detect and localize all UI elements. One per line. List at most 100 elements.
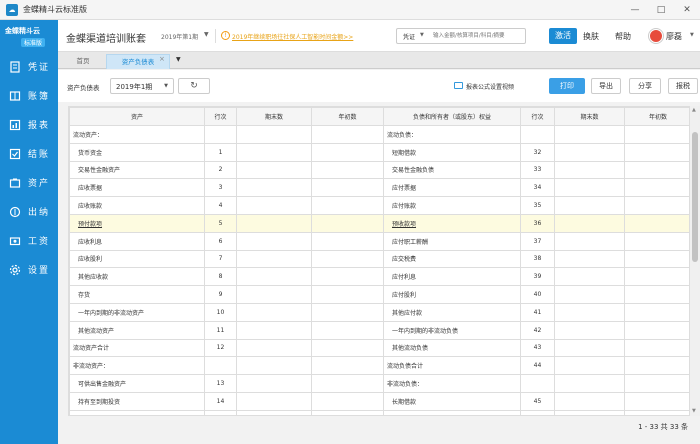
asset-line-cell[interactable]	[204, 125, 237, 144]
liability-line-cell[interactable]: 37	[520, 231, 555, 251]
formula-video-link[interactable]: 报表公式设置视频	[466, 82, 514, 91]
asset-begin-cell[interactable]	[311, 356, 384, 376]
liability-begin-cell[interactable]	[624, 125, 689, 144]
table-row[interactable]: 一年内到期的非流动资产 10 其他应付款 41	[69, 302, 689, 322]
asset-begin-cell[interactable]	[311, 178, 384, 198]
liability-name-cell[interactable]: 非流动负债：	[383, 374, 521, 393]
asset-line-cell[interactable]: 5	[204, 213, 237, 233]
refresh-button[interactable]: ↻	[178, 78, 210, 94]
liability-line-cell[interactable]: 44	[520, 356, 555, 376]
sidebar-item[interactable]: 账簿	[0, 81, 58, 110]
liability-end-cell[interactable]	[554, 142, 625, 162]
liability-line-cell[interactable]: 43	[520, 338, 555, 358]
liability-name-cell[interactable]: 应付账款	[383, 196, 521, 215]
sidebar-item[interactable]: 报表	[0, 110, 58, 139]
help-button[interactable]: 帮助	[615, 31, 631, 42]
liability-name-cell[interactable]: 应交税费	[383, 249, 521, 269]
table-row[interactable]: 交易性金融资产 2 交易性金融负债 33	[69, 160, 689, 180]
asset-begin-cell[interactable]	[311, 213, 384, 233]
asset-end-cell[interactable]	[236, 213, 312, 233]
liability-name-cell[interactable]: 流动负债：	[383, 125, 521, 144]
asset-line-cell[interactable]: 14	[204, 391, 237, 411]
chevron-down-icon[interactable]: ▼	[204, 31, 209, 38]
search-type-select[interactable]: 凭证	[403, 32, 415, 41]
liability-begin-cell[interactable]	[624, 196, 689, 215]
asset-begin-cell[interactable]	[311, 267, 384, 287]
period-select[interactable]: 2019年1期 ▼	[110, 78, 174, 94]
liability-begin-cell[interactable]	[624, 267, 689, 287]
table-row[interactable]: 其他流动资产 11 一年内到期的非流动负债 42	[69, 320, 689, 340]
asset-name-cell[interactable]: 一年内到期的非流动资产	[69, 302, 205, 322]
liability-begin-cell[interactable]	[624, 178, 689, 198]
asset-end-cell[interactable]	[236, 196, 312, 215]
chevron-down-icon[interactable]: ▼	[420, 32, 424, 38]
asset-end-cell[interactable]	[236, 178, 312, 198]
asset-line-cell[interactable]: 15	[204, 409, 237, 415]
minimize-button[interactable]: —	[622, 0, 648, 20]
sidebar-item[interactable]: 出纳	[0, 197, 58, 226]
liability-line-cell[interactable]: 36	[520, 213, 555, 233]
tax-button[interactable]: 报税	[668, 78, 698, 94]
liability-line-cell[interactable]: 35	[520, 196, 555, 215]
liability-begin-cell[interactable]	[624, 409, 689, 415]
liability-line-cell[interactable]	[520, 374, 555, 393]
liability-end-cell[interactable]	[554, 213, 625, 233]
asset-end-cell[interactable]	[236, 374, 312, 393]
print-button[interactable]: 打印	[549, 78, 585, 94]
liability-begin-cell[interactable]	[624, 320, 689, 340]
asset-end-cell[interactable]	[236, 231, 312, 251]
scrollbar-thumb[interactable]	[692, 132, 698, 262]
maximize-button[interactable]: □	[648, 0, 674, 20]
sidebar-item[interactable]: 资产	[0, 168, 58, 197]
table-row[interactable]: 可供出售金融资产 13 非流动负债：	[69, 374, 689, 393]
asset-name-cell[interactable]: 交易性金融资产	[69, 160, 205, 180]
liability-name-cell[interactable]: 交易性金融负债	[383, 160, 521, 180]
table-row[interactable]: 持有至到期投资 14 长期借款 45	[69, 391, 689, 411]
asset-line-cell[interactable]: 9	[204, 285, 237, 304]
asset-begin-cell[interactable]	[311, 125, 384, 144]
asset-line-cell[interactable]: 4	[204, 196, 237, 215]
liability-end-cell[interactable]	[554, 391, 625, 411]
liability-begin-cell[interactable]	[624, 338, 689, 358]
liability-end-cell[interactable]	[554, 249, 625, 269]
sidebar-item[interactable]: 结账	[0, 139, 58, 168]
asset-begin-cell[interactable]	[311, 391, 384, 411]
liability-line-cell[interactable]	[520, 125, 555, 144]
asset-begin-cell[interactable]	[311, 320, 384, 340]
liability-name-cell[interactable]: 短期借款	[383, 142, 521, 162]
liability-name-cell[interactable]: 应付利息	[383, 267, 521, 287]
asset-name-cell[interactable]: 预付款项	[69, 213, 205, 233]
liability-line-cell[interactable]: 32	[520, 142, 555, 162]
liability-begin-cell[interactable]	[624, 231, 689, 251]
liability-name-cell[interactable]: 长期借款	[383, 391, 521, 411]
asset-end-cell[interactable]	[236, 267, 312, 287]
asset-line-cell[interactable]: 6	[204, 231, 237, 251]
asset-line-cell[interactable]: 10	[204, 302, 237, 322]
liability-line-cell[interactable]: 39	[520, 267, 555, 287]
asset-name-cell[interactable]: 应收利息	[69, 231, 205, 251]
notice-link[interactable]: 2019年继续职场往社保人工智能时间金额>>	[232, 32, 353, 41]
close-button[interactable]: ✕	[674, 0, 700, 20]
liability-end-cell[interactable]	[554, 374, 625, 393]
asset-name-cell[interactable]: 非流动资产：	[69, 356, 205, 376]
asset-name-cell[interactable]: 其他应收款	[69, 267, 205, 287]
asset-begin-cell[interactable]	[311, 160, 384, 180]
asset-end-cell[interactable]	[236, 142, 312, 162]
asset-name-cell[interactable]: 应收票据	[69, 178, 205, 198]
liability-line-cell[interactable]: 42	[520, 320, 555, 340]
username[interactable]: 廖磊	[666, 31, 682, 42]
liability-begin-cell[interactable]	[624, 142, 689, 162]
sidebar-item[interactable]: 工资	[0, 226, 58, 255]
liability-end-cell[interactable]	[554, 267, 625, 287]
liability-end-cell[interactable]	[554, 320, 625, 340]
liability-begin-cell[interactable]	[624, 302, 689, 322]
table-row[interactable]: 流动资产合计 12 其他流动负债 43	[69, 338, 689, 358]
asset-end-cell[interactable]	[236, 409, 312, 415]
liability-line-cell[interactable]: 45	[520, 391, 555, 411]
liability-line-cell[interactable]: 33	[520, 160, 555, 180]
chevron-down-icon[interactable]: ▼	[690, 32, 694, 38]
liability-line-cell[interactable]: 34	[520, 178, 555, 198]
asset-line-cell[interactable]: 11	[204, 320, 237, 340]
asset-line-cell[interactable]: 13	[204, 374, 237, 393]
activate-button[interactable]: 激活	[549, 28, 577, 44]
